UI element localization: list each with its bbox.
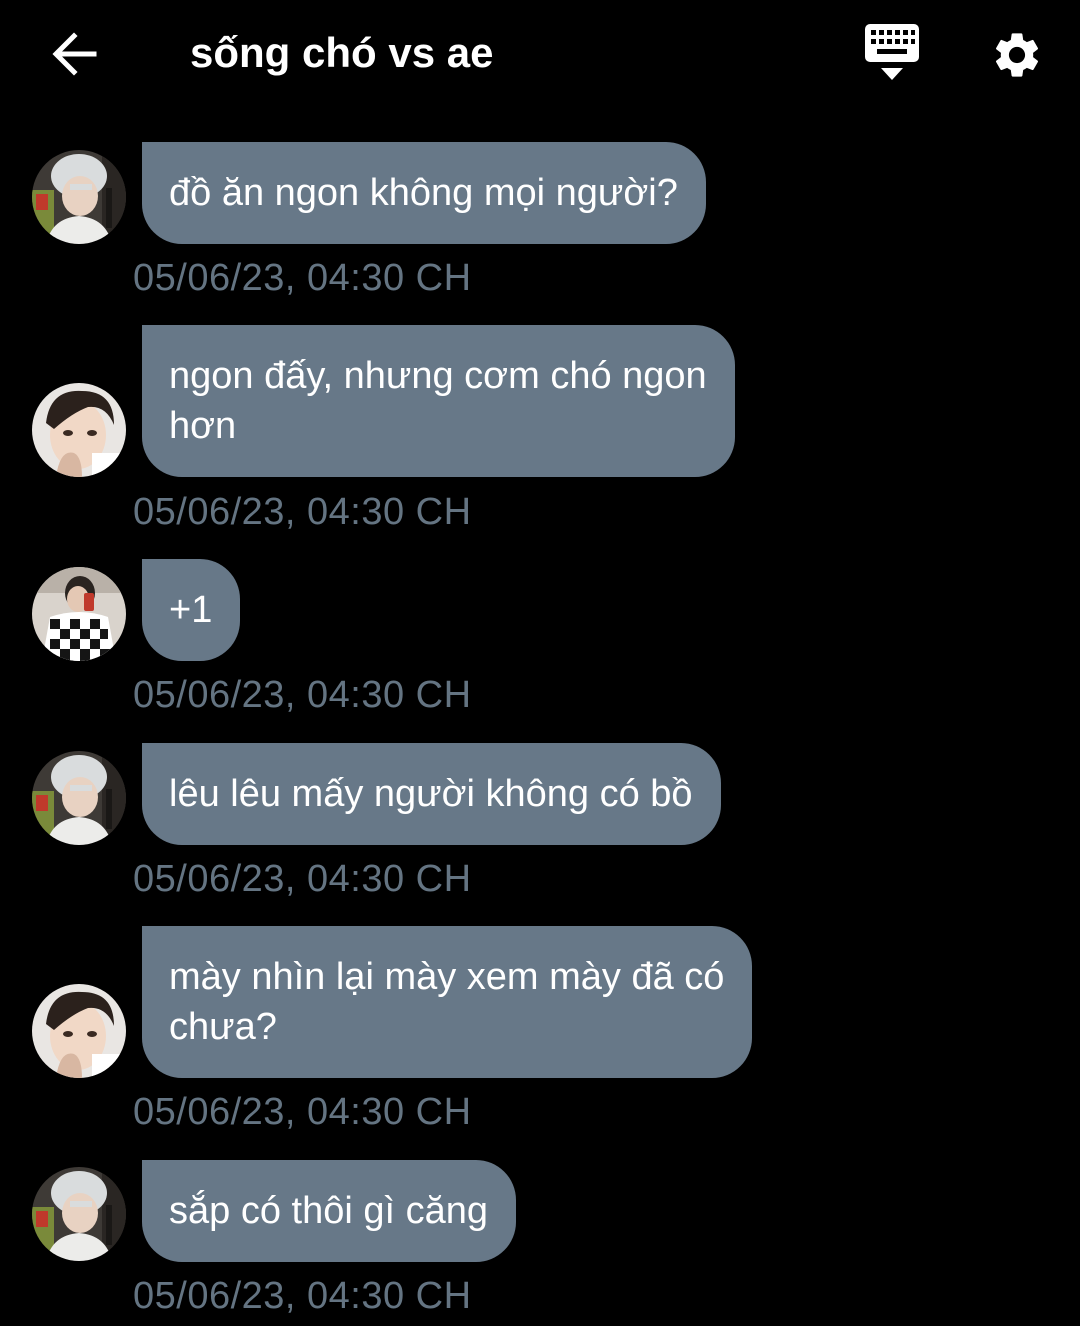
message-bubble: lêu lêu mấy người không có bồ	[142, 743, 721, 845]
user-silver-hair-avatar[interactable]	[32, 1167, 126, 1261]
message-bubble: ngon đấy, nhưng cơm chó ngon hơn	[142, 325, 735, 477]
message-list: đồ ăn ngon không mọi người? 05/06/23, 04…	[0, 0, 1080, 1326]
message-bubble: +1	[142, 559, 241, 661]
user-silver-hair-avatar[interactable]	[32, 150, 126, 244]
message-timestamp: 05/06/23, 04:30 CH	[133, 674, 472, 716]
user-mirror-selfie-avatar[interactable]	[32, 567, 126, 661]
user-dark-hair-avatar[interactable]	[32, 383, 126, 477]
message-timestamp: 05/06/23, 04:30 CH	[133, 858, 472, 900]
message-timestamp: 05/06/23, 04:30 CH	[133, 257, 472, 299]
message-bubble: mày nhìn lại mày xem mày đã có chưa?	[142, 926, 753, 1078]
user-dark-hair-avatar[interactable]	[32, 984, 126, 1078]
message-timestamp: 05/06/23, 04:30 CH	[133, 491, 472, 533]
message-timestamp: 05/06/23, 04:30 CH	[133, 1275, 472, 1317]
message-bubble: đồ ăn ngon không mọi người?	[142, 142, 706, 244]
message-timestamp: 05/06/23, 04:30 CH	[133, 1091, 472, 1133]
user-silver-hair-avatar[interactable]	[32, 751, 126, 845]
message-bubble: sắp có thôi gì căng	[142, 1160, 516, 1262]
